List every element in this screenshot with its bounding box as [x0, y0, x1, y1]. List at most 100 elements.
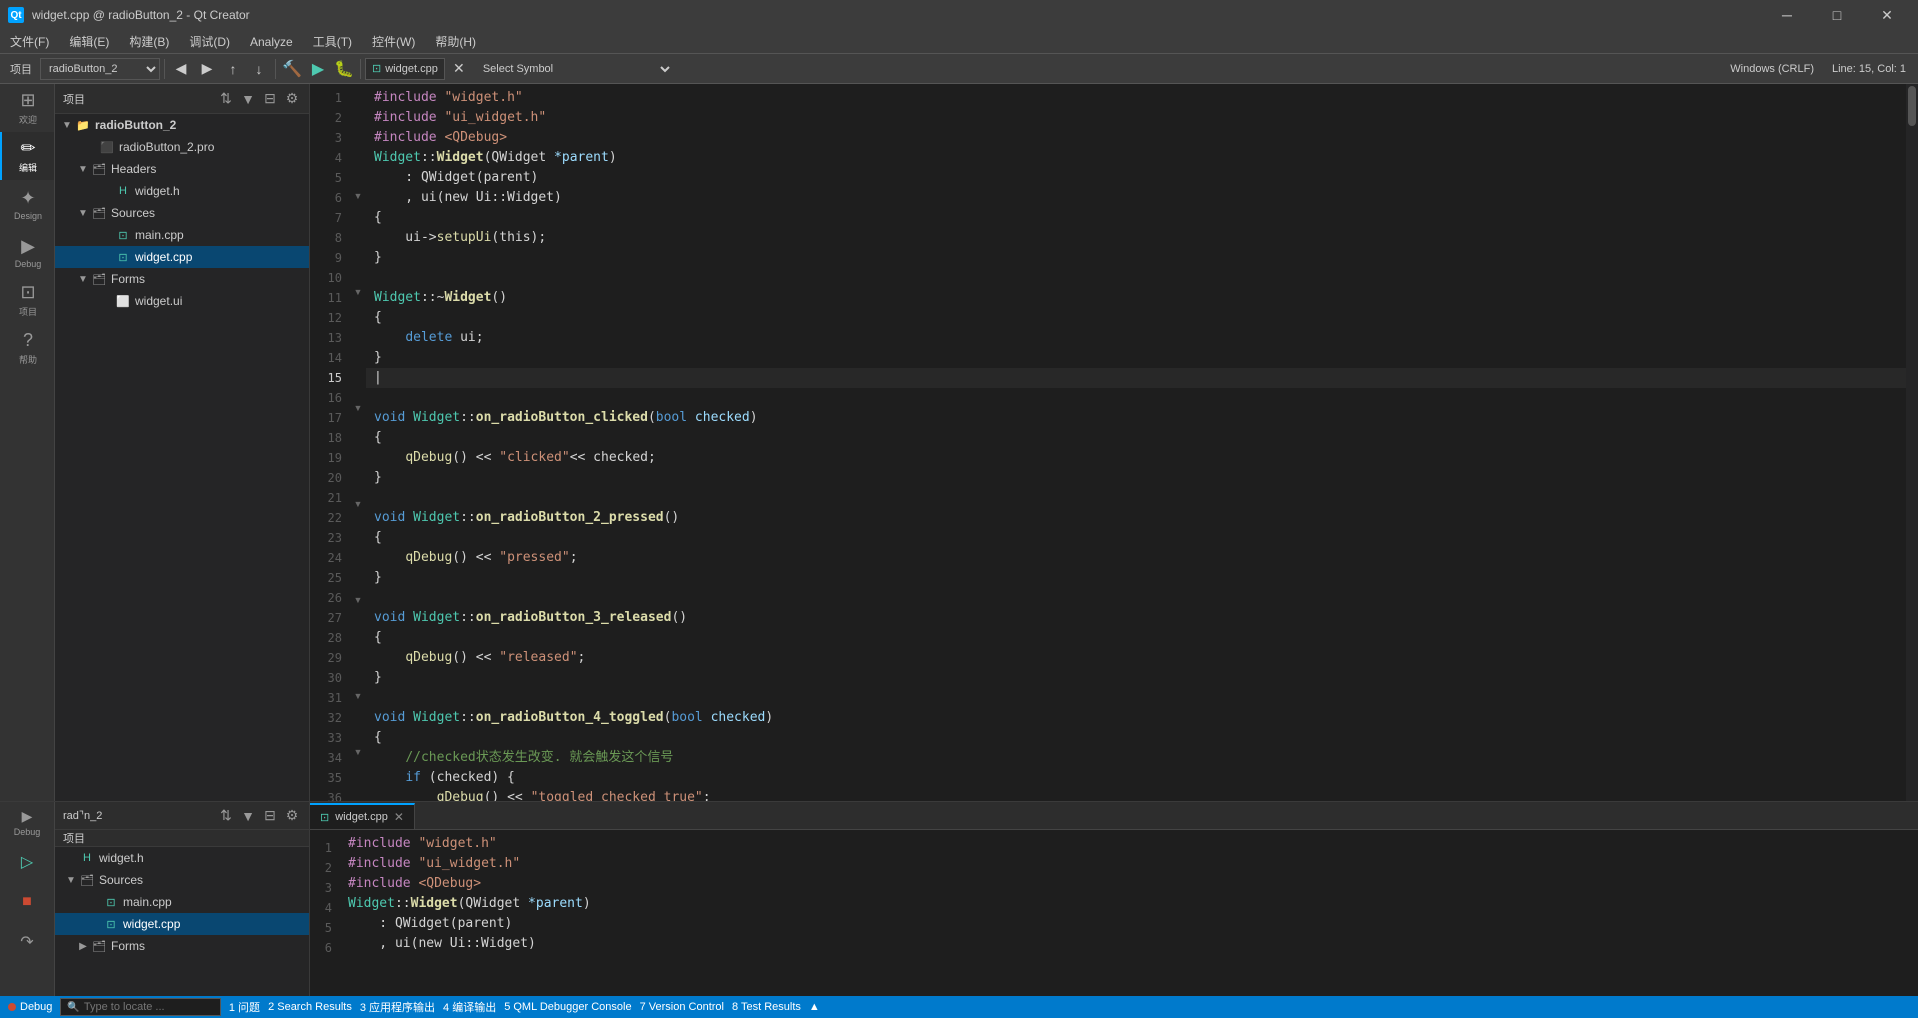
fold-32[interactable]: ▼ — [350, 688, 366, 704]
nav-forward-button[interactable]: ▶ — [195, 57, 219, 81]
lower-filter-icon[interactable]: ▼ — [239, 807, 257, 825]
forms-folder[interactable]: ▼ 🗂 Forms — [55, 268, 309, 290]
pro-file[interactable]: ⬛ radioButton_2.pro — [55, 136, 309, 158]
window-controls: ─ □ ✕ — [1764, 0, 1910, 30]
sync-icon[interactable]: ⇅ — [217, 90, 235, 108]
build-output-button[interactable]: 4 编译输出 — [443, 999, 496, 1015]
lower-step-button[interactable]: ↷ — [0, 922, 54, 962]
lower-sources-folder[interactable]: ▼ 🗂 Sources — [55, 869, 309, 891]
minimize-button[interactable]: ─ — [1764, 0, 1810, 30]
lower-code-text[interactable]: 1 2 3 4 5 6 #include "widget.h" #include… — [310, 830, 1918, 996]
close-button[interactable]: ✕ — [1864, 0, 1910, 30]
fold-35[interactable]: ▼ — [350, 744, 366, 760]
lower-widget-cpp-tab[interactable]: ⊡ widget.cpp ✕ — [310, 803, 415, 829]
lower-main-cpp[interactable]: ⊡ main.cpp — [55, 891, 309, 913]
project-root[interactable]: ▼ 📁 radioButton_2 — [55, 114, 309, 136]
ln-6: 6 — [310, 188, 342, 208]
menu-controls[interactable]: 控件(W) — [362, 30, 425, 53]
lower-code-line-2: #include "ui_widget.h" — [340, 854, 1918, 874]
issues-button[interactable]: 1 问题 — [229, 999, 260, 1015]
position-label: Line: 15, Col: 1 — [1824, 63, 1914, 75]
sidebar-help-label: 帮助 — [19, 353, 37, 366]
debug-run-button[interactable]: 🐛 — [332, 57, 356, 81]
widget-cpp-name: widget.cpp — [135, 250, 192, 264]
sources-label: Sources — [111, 206, 155, 220]
menu-build[interactable]: 构建(B) — [119, 30, 179, 53]
title-text: widget.cpp @ radioButton_2 - Qt Creator — [32, 8, 250, 22]
sidebar-design-label: Design — [14, 211, 42, 221]
lower-debug-button[interactable]: ▶ Debug — [0, 802, 54, 842]
nav-down-button[interactable]: ↓ — [247, 57, 271, 81]
settings-icon[interactable]: ⚙ — [283, 90, 301, 108]
fold-27[interactable]: ▼ — [350, 592, 366, 608]
sidebar-design[interactable]: ✦ Design — [0, 180, 54, 228]
sources-folder[interactable]: ▼ 🗂 Sources — [55, 202, 309, 224]
lln-6: 6 — [310, 938, 332, 958]
lower-tab-close[interactable]: ✕ — [394, 810, 404, 824]
code-text[interactable]: #include "widget.h" #include "ui_widget.… — [366, 84, 1906, 801]
code-line-28: { — [366, 628, 1906, 648]
widget-ui-file[interactable]: ⬜ widget.ui — [55, 290, 309, 312]
sidebar-welcome[interactable]: ⊞ 欢迎 — [0, 84, 54, 132]
sidebar-welcome-label: 欢迎 — [19, 113, 37, 126]
lower-cpp-icon-main: ⊡ — [103, 894, 119, 910]
lower-forms-folder[interactable]: ▶ 🗂 Forms — [55, 935, 309, 957]
fold-17[interactable]: ▼ — [350, 400, 366, 416]
sidebar-project-label: 项目 — [19, 305, 37, 318]
code-line-12: { — [366, 308, 1906, 328]
fold-22[interactable]: ▼ — [350, 496, 366, 512]
menu-debug[interactable]: 调试(D) — [179, 30, 240, 53]
lower-widget-h[interactable]: H widget.h — [55, 847, 309, 869]
maximize-button[interactable]: □ — [1814, 0, 1860, 30]
lower-widget-cpp[interactable]: ⊡ widget.cpp — [55, 913, 309, 935]
code-line-20: } — [366, 468, 1906, 488]
design-icon: ✦ — [20, 188, 35, 209]
search-results-button[interactable]: 2 Search Results — [268, 1001, 352, 1013]
version-control-button[interactable]: 7 Version Control — [640, 1001, 724, 1013]
sidebar-help[interactable]: ? 帮助 — [0, 324, 54, 372]
lower-collapse-icon[interactable]: ⊟ — [261, 807, 279, 825]
menu-analyze[interactable]: Analyze — [240, 30, 303, 53]
ln-34: 34 — [310, 748, 342, 768]
ln-24: 24 — [310, 548, 342, 568]
build-button[interactable]: 🔨 — [280, 57, 304, 81]
fold-11[interactable]: ▼ — [350, 284, 366, 300]
search-input[interactable] — [84, 1001, 214, 1013]
menu-help[interactable]: 帮助(H) — [425, 30, 486, 53]
main-cpp-file[interactable]: ⊡ main.cpp — [55, 224, 309, 246]
vertical-scrollbar[interactable] — [1906, 84, 1918, 801]
run-button[interactable]: ▶ — [306, 57, 330, 81]
widget-h-file[interactable]: H widget.h — [55, 180, 309, 202]
qml-debugger-button[interactable]: 5 QML Debugger Console — [504, 1001, 631, 1013]
collapse-icon[interactable]: ⊟ — [261, 90, 279, 108]
nav-up-button[interactable]: ↑ — [221, 57, 245, 81]
project-selector[interactable]: radioButton_2 — [40, 58, 160, 80]
widget-cpp-file[interactable]: ⊡ widget.cpp — [55, 246, 309, 268]
expand-results-icon[interactable]: ▲ — [809, 1001, 820, 1013]
sep1 — [164, 59, 165, 79]
symbol-selector[interactable]: Select Symbol — [473, 58, 673, 80]
nav-back-button[interactable]: ◀ — [169, 57, 193, 81]
fold-6[interactable]: ▼ — [350, 188, 366, 204]
sidebar-project[interactable]: ⊡ 项目 — [0, 276, 54, 324]
filter-icon[interactable]: ▼ — [239, 90, 257, 108]
tab-close-toolbar[interactable]: ✕ — [447, 57, 471, 81]
lower-sync-icon[interactable]: ⇅ — [217, 807, 235, 825]
ln-14: 14 — [310, 348, 342, 368]
app-output-button[interactable]: 3 应用程序输出 — [360, 999, 435, 1015]
test-results-button[interactable]: 8 Test Results — [732, 1001, 801, 1013]
code-editor[interactable]: 1 2 3 4 5 6 7 8 9 10 11 12 13 14 15 16 1 — [310, 84, 1918, 801]
lower-play-button[interactable]: ▷ — [0, 842, 54, 882]
menu-edit[interactable]: 编辑(E) — [59, 30, 119, 53]
code-line-2: #include "ui_widget.h" — [366, 108, 1906, 128]
lower-settings-icon[interactable]: ⚙ — [283, 807, 301, 825]
menu-tools[interactable]: 工具(T) — [303, 30, 362, 53]
sidebar-edit[interactable]: ✏ 编辑 — [0, 132, 54, 180]
headers-folder[interactable]: ▼ 🗂 Headers — [55, 158, 309, 180]
encoding-label: Windows (CRLF) — [1722, 63, 1822, 75]
lower-stop-button[interactable]: ■ — [0, 882, 54, 922]
sidebar-debug[interactable]: ▶ Debug — [0, 228, 54, 276]
menu-file[interactable]: 文件(F) — [0, 30, 59, 53]
scrollbar-thumb[interactable] — [1908, 86, 1916, 126]
ln-23: 23 — [310, 528, 342, 548]
